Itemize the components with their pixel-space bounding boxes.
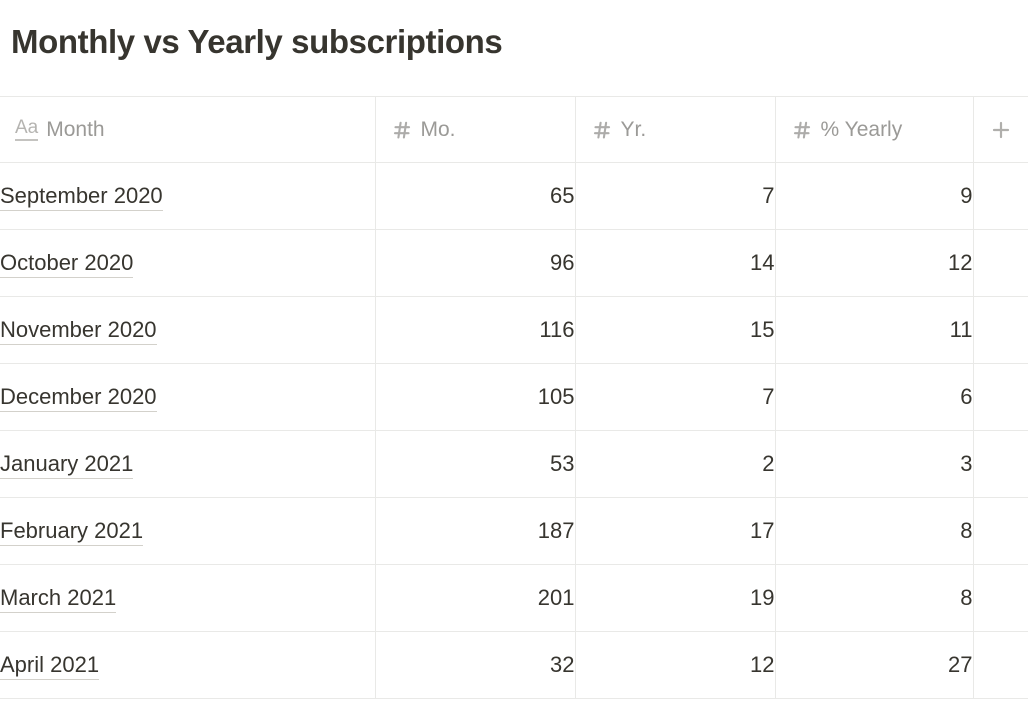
cell-spacer <box>973 296 1028 364</box>
cell-mo[interactable]: 96 <box>375 229 576 297</box>
cell-spacer <box>973 497 1028 565</box>
table-row[interactable]: February 2021 187 17 8 <box>0 497 1028 565</box>
cell-month[interactable]: December 2020 <box>0 363 376 431</box>
cell-spacer <box>973 564 1028 632</box>
column-header-label-month: Month <box>46 118 105 141</box>
cell-percent-yearly[interactable]: 8 <box>775 564 974 632</box>
cell-percent-yearly[interactable]: 9 <box>775 162 974 230</box>
table-row[interactable]: April 2021 32 12 27 <box>0 631 1028 699</box>
table-row[interactable]: March 2021 201 19 8 <box>0 564 1028 632</box>
cell-spacer <box>973 229 1028 297</box>
cell-month[interactable]: October 2020 <box>0 229 376 297</box>
row-title-link[interactable]: October 2020 <box>0 249 134 278</box>
row-title-link[interactable]: December 2020 <box>0 383 157 412</box>
cell-mo[interactable]: 53 <box>375 430 576 498</box>
cell-month[interactable]: January 2021 <box>0 430 376 498</box>
column-header-percent-yearly[interactable]: % Yearly <box>775 96 974 163</box>
table-row[interactable]: January 2021 53 2 3 <box>0 430 1028 498</box>
text-aa-icon: Aa <box>15 118 39 141</box>
row-title-link[interactable]: April 2021 <box>0 651 100 680</box>
cell-spacer <box>973 631 1028 699</box>
cell-month[interactable]: April 2021 <box>0 631 376 699</box>
cell-spacer <box>973 363 1028 431</box>
table-row[interactable]: October 2020 96 14 12 <box>0 229 1028 297</box>
column-header-label-percent-yearly: % Yearly <box>820 118 903 141</box>
subscriptions-table: Aa Month Mo. Yr. % Yearly September 2020… <box>0 96 1028 699</box>
cell-yr[interactable]: 7 <box>575 363 776 431</box>
table-row[interactable]: November 2020 116 15 11 <box>0 296 1028 364</box>
cell-month[interactable]: September 2020 <box>0 162 376 230</box>
column-header-month[interactable]: Aa Month <box>0 96 376 163</box>
row-title-link[interactable]: March 2021 <box>0 584 117 613</box>
page-title: Monthly vs Yearly subscriptions <box>11 23 503 60</box>
column-header-label-yr: Yr. <box>620 118 647 141</box>
cell-yr[interactable]: 17 <box>575 497 776 565</box>
table-row[interactable]: December 2020 105 7 6 <box>0 363 1028 431</box>
row-title-link[interactable]: January 2021 <box>0 450 134 479</box>
notion-database-page: Monthly vs Yearly subscriptions Aa Month <box>0 0 1028 710</box>
number-hash-icon <box>791 119 813 141</box>
cell-spacer <box>973 162 1028 230</box>
cell-mo[interactable]: 201 <box>375 564 576 632</box>
cell-yr[interactable]: 19 <box>575 564 776 632</box>
row-title-link[interactable]: September 2020 <box>0 182 163 211</box>
cell-spacer <box>973 430 1028 498</box>
column-header-label-mo: Mo. <box>420 118 456 141</box>
cell-mo[interactable]: 32 <box>375 631 576 699</box>
table-row[interactable]: September 2020 65 7 9 <box>0 162 1028 230</box>
add-column-button[interactable] <box>973 96 1028 163</box>
cell-yr[interactable]: 14 <box>575 229 776 297</box>
cell-yr[interactable]: 7 <box>575 162 776 230</box>
column-header-mo[interactable]: Mo. <box>375 96 576 163</box>
table-body: September 2020 65 7 9 October 2020 96 14 12 Nove… <box>0 162 1028 699</box>
cell-percent-yearly[interactable]: 8 <box>775 497 974 565</box>
column-header-yr[interactable]: Yr. <box>575 96 776 163</box>
cell-yr[interactable]: 15 <box>575 296 776 364</box>
table-header-row: Aa Month Mo. Yr. % Yearly <box>0 96 1028 163</box>
cell-mo[interactable]: 187 <box>375 497 576 565</box>
cell-month[interactable]: February 2021 <box>0 497 376 565</box>
cell-percent-yearly[interactable]: 11 <box>775 296 974 364</box>
row-title-link[interactable]: November 2020 <box>0 316 157 345</box>
cell-yr[interactable]: 2 <box>575 430 776 498</box>
number-hash-icon <box>591 119 613 141</box>
cell-mo[interactable]: 116 <box>375 296 576 364</box>
cell-month[interactable]: November 2020 <box>0 296 376 364</box>
cell-month[interactable]: March 2021 <box>0 564 376 632</box>
row-title-link[interactable]: February 2021 <box>0 517 144 546</box>
cell-yr[interactable]: 12 <box>575 631 776 699</box>
cell-mo[interactable]: 65 <box>375 162 576 230</box>
cell-percent-yearly[interactable]: 27 <box>775 631 974 699</box>
cell-percent-yearly[interactable]: 6 <box>775 363 974 431</box>
cell-percent-yearly[interactable]: 12 <box>775 229 974 297</box>
plus-icon <box>989 118 1013 142</box>
number-hash-icon <box>391 119 413 141</box>
cell-mo[interactable]: 105 <box>375 363 576 431</box>
cell-percent-yearly[interactable]: 3 <box>775 430 974 498</box>
